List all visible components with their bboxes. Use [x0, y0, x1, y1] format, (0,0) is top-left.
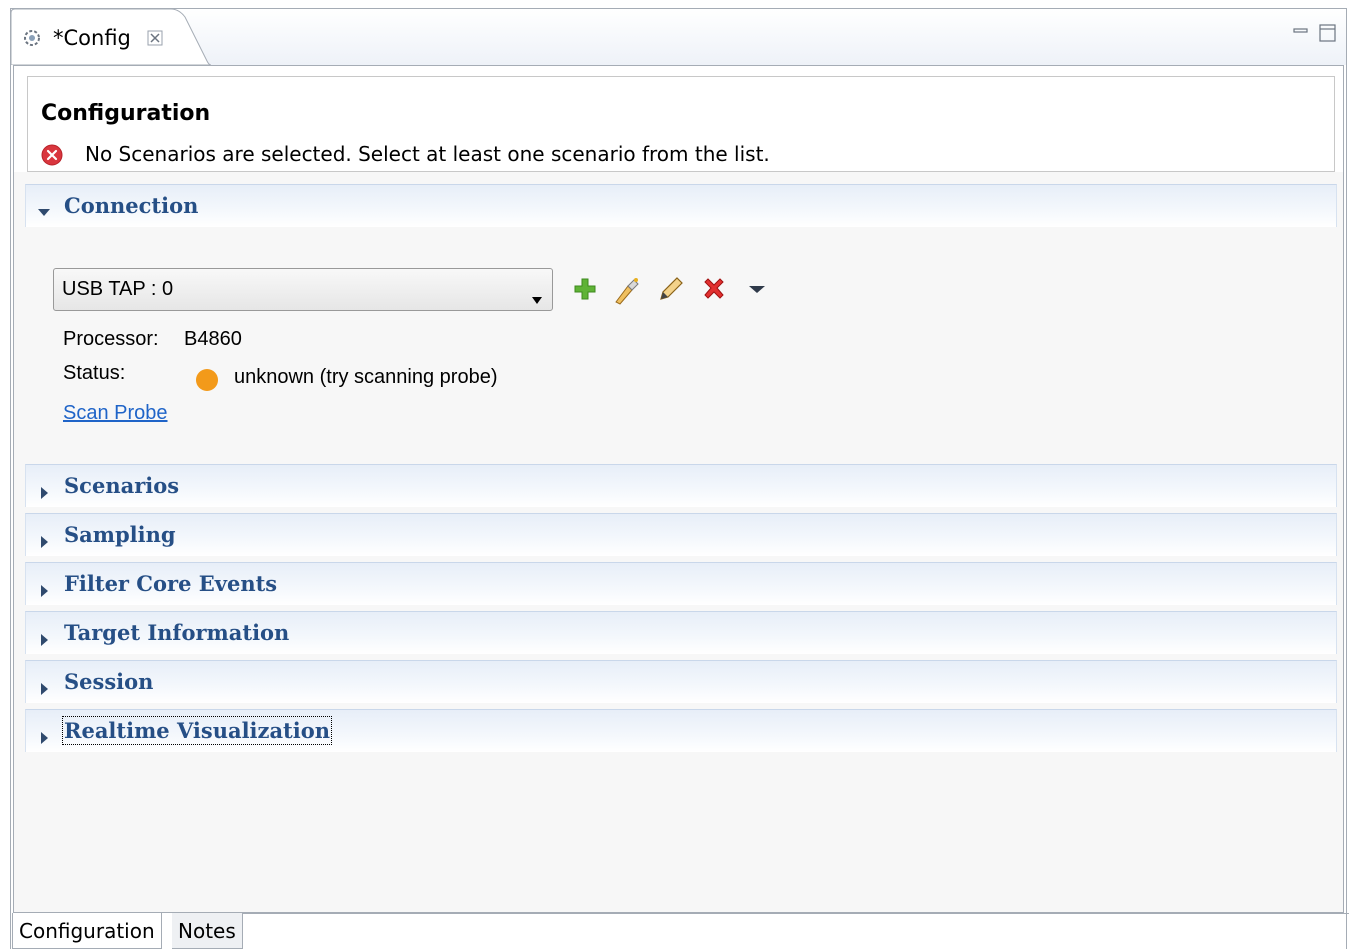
- error-icon: [41, 144, 63, 166]
- section-header-sampling[interactable]: Sampling: [25, 513, 1337, 556]
- section-header-connection[interactable]: Connection: [25, 184, 1337, 227]
- gear-config-icon: [21, 27, 43, 49]
- section-header-target-information[interactable]: Target Information: [25, 611, 1337, 654]
- maximize-icon[interactable]: [1318, 23, 1338, 43]
- probe-select[interactable]: USB TAP : 0: [53, 268, 553, 311]
- section-filter-core-events: Filter Core Events: [25, 562, 1337, 605]
- processor-value: B4860: [184, 328, 242, 350]
- section-title-filter-core-events: Filter Core Events: [64, 571, 278, 596]
- wizard-icon[interactable]: [612, 276, 639, 305]
- chevron-down-icon: [532, 286, 542, 304]
- section-session: Session: [25, 660, 1337, 703]
- section-title-realtime-visualization: Realtime Visualization: [61, 716, 333, 745]
- section-title-sampling: Sampling: [64, 522, 176, 547]
- processor-label: Processor:: [63, 328, 159, 350]
- section-connection: Connection USB TAP : 0 Processor: B4860 …: [25, 184, 1337, 465]
- tab-notes[interactable]: Notes: [172, 913, 243, 949]
- chevron-right-icon: [38, 529, 50, 548]
- tab-configuration[interactable]: Configuration: [12, 913, 162, 949]
- error-message: No Scenarios are selected. Select at lea…: [85, 142, 770, 166]
- editor-tab-title: *Config: [53, 26, 131, 50]
- status-label: Status:: [63, 362, 126, 384]
- form-header: Configuration No Scenarios are selected.…: [27, 76, 1335, 172]
- delete-icon[interactable]: [701, 276, 727, 302]
- form-body: Connection USB TAP : 0 Processor: B4860 …: [14, 172, 1343, 912]
- scan-probe-link[interactable]: Scan Probe: [63, 402, 168, 425]
- connection-body: USB TAP : 0 Processor: B4860 Status: unk…: [25, 227, 1337, 465]
- edit-icon[interactable]: [658, 276, 684, 302]
- section-scenarios: Scenarios: [25, 464, 1337, 507]
- window-buttons: [1292, 23, 1340, 47]
- section-header-session[interactable]: Session: [25, 660, 1337, 703]
- section-title-session: Session: [64, 669, 154, 694]
- section-title-target-information: Target Information: [64, 620, 290, 645]
- chevron-right-icon: [38, 676, 50, 695]
- editor-tab-config[interactable]: *Config: [11, 9, 211, 65]
- chevron-right-icon: [38, 578, 50, 597]
- page-title: Configuration: [41, 101, 211, 126]
- section-realtime-visualization: Realtime Visualization: [25, 709, 1337, 752]
- minimize-icon[interactable]: [1292, 23, 1310, 41]
- chevron-right-icon: [38, 627, 50, 646]
- add-icon[interactable]: [572, 276, 598, 302]
- section-title-connection: Connection: [64, 193, 199, 218]
- dropdown-menu-icon[interactable]: [747, 276, 773, 302]
- section-header-realtime-visualization[interactable]: Realtime Visualization: [25, 709, 1337, 752]
- section-header-scenarios[interactable]: Scenarios: [25, 464, 1337, 507]
- section-title-scenarios: Scenarios: [64, 473, 180, 498]
- editor-page-tabs: Configuration Notes: [12, 913, 812, 949]
- section-sampling: Sampling: [25, 513, 1337, 556]
- close-icon[interactable]: [146, 28, 164, 46]
- status-indicator-icon: [196, 369, 218, 391]
- section-header-filter-core-events[interactable]: Filter Core Events: [25, 562, 1337, 605]
- chevron-right-icon: [38, 725, 50, 744]
- chevron-down-icon: [38, 200, 50, 216]
- editor-tab-bar: *Config: [11, 9, 1346, 65]
- editor-content: Configuration No Scenarios are selected.…: [13, 65, 1344, 913]
- status-value: unknown (try scanning probe): [234, 366, 498, 388]
- editor-frame: *Config Configuration No Scenarios are s…: [10, 8, 1347, 949]
- section-target-information: Target Information: [25, 611, 1337, 654]
- probe-select-value: USB TAP : 0: [62, 278, 174, 300]
- chevron-right-icon: [38, 480, 50, 499]
